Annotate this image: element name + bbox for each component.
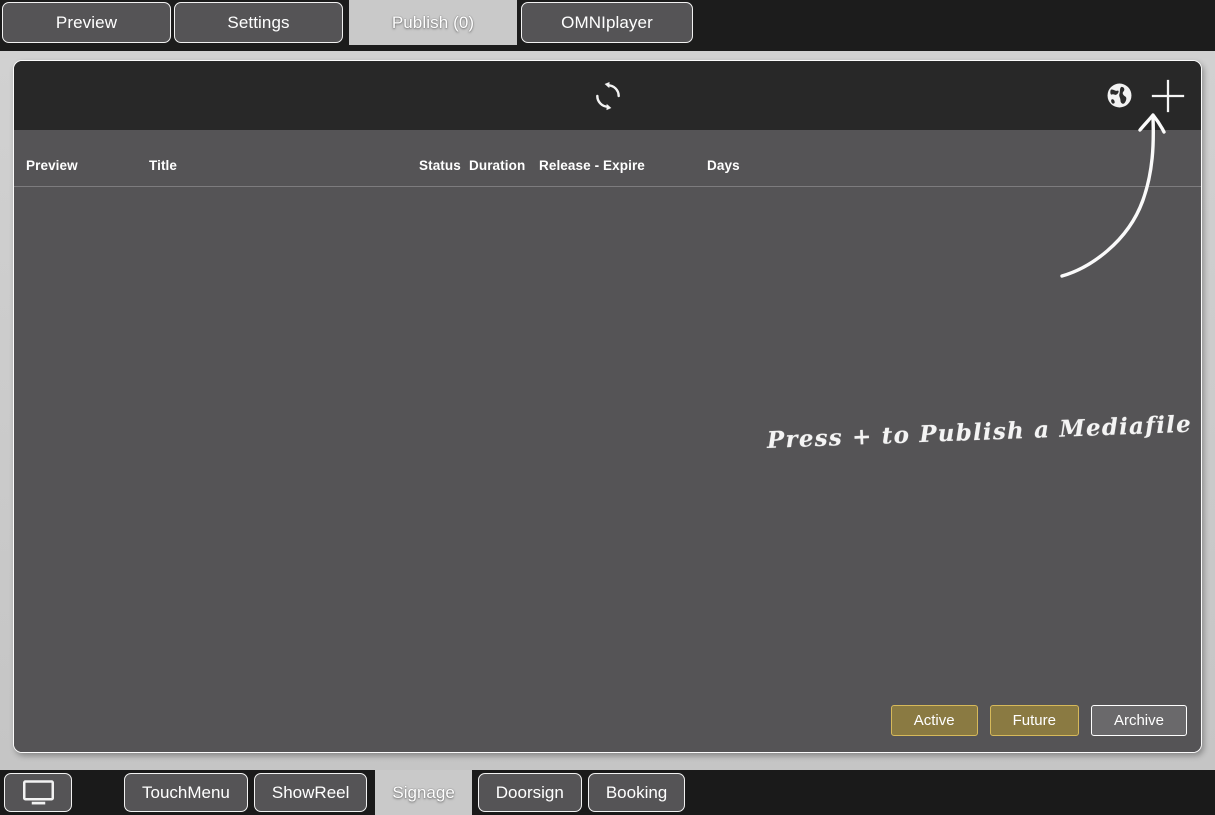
filter-future[interactable]: Future xyxy=(989,705,1079,736)
app-window: Preview Settings Publish (0) OMNIplayer xyxy=(0,0,1215,815)
column-header-preview[interactable]: Preview xyxy=(26,158,78,173)
toolbar-actions xyxy=(1106,61,1187,130)
nav-touchmenu[interactable]: TouchMenu xyxy=(124,773,248,812)
tab-preview[interactable]: Preview xyxy=(2,2,171,43)
bottom-nav-bar: TouchMenu ShowReel Signage Doorsign Book… xyxy=(0,770,1215,815)
nav-doorsign[interactable]: Doorsign xyxy=(477,773,582,812)
monitor-icon xyxy=(22,779,54,804)
tab-publish[interactable]: Publish (0) xyxy=(349,0,517,45)
top-tab-bar: Preview Settings Publish (0) OMNIplayer xyxy=(0,0,1215,45)
panel-toolbar xyxy=(14,61,1201,130)
tab-bar-divider xyxy=(0,45,1215,51)
plus-icon[interactable] xyxy=(1149,77,1187,115)
column-header-status[interactable]: Status xyxy=(419,158,461,173)
globe-icon[interactable] xyxy=(1106,82,1133,109)
column-header-release-expire[interactable]: Release - Expire xyxy=(539,158,645,173)
nav-showreel[interactable]: ShowReel xyxy=(253,773,368,812)
home-display-button[interactable] xyxy=(4,773,72,812)
column-header-days[interactable]: Days xyxy=(707,158,740,173)
tab-omniplayer[interactable]: OMNIplayer xyxy=(521,2,693,43)
nav-booking[interactable]: Booking xyxy=(587,773,686,812)
filter-archive[interactable]: Archive xyxy=(1090,705,1187,736)
tab-settings[interactable]: Settings xyxy=(174,2,343,43)
refresh-sync-icon[interactable] xyxy=(593,81,623,111)
filter-button-group: Active Future Archive xyxy=(890,705,1187,736)
table-body-empty: Press + to Publish a Mediafile Active Fu… xyxy=(14,187,1201,752)
nav-signage[interactable]: Signage xyxy=(375,770,472,815)
filter-active[interactable]: Active xyxy=(890,705,978,736)
column-header-duration[interactable]: Duration xyxy=(469,158,525,173)
column-header-title[interactable]: Title xyxy=(149,158,177,173)
publish-panel: Preview Title Status Duration Release - … xyxy=(13,60,1202,753)
table-header-row: Preview Title Status Duration Release - … xyxy=(14,130,1201,187)
empty-state-annotation: Press + to Publish a Mediafile xyxy=(766,410,1193,454)
